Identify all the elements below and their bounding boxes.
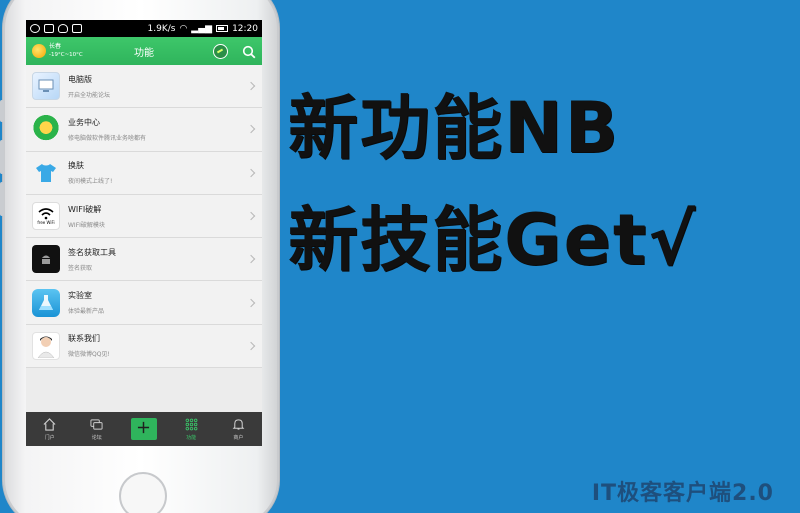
chevron-right-icon [246,81,256,91]
list-item-skin[interactable]: 换肤 夜间模式上线了! [26,151,262,195]
mute-switch [0,100,4,122]
contact-person-icon [32,331,60,360]
tab-merchant[interactable]: 商户 [223,418,253,441]
grid-icon [185,418,198,430]
list-item-title: 换肤 [68,161,84,171]
tab-label: 论坛 [91,434,102,441]
tab-forum[interactable]: 论坛 [82,418,112,441]
list-item-title: 业务中心 [68,117,100,127]
list-item-title: 联系我们 [68,334,100,344]
bell-icon [232,418,245,430]
list-item-subtitle: WIFI破解模块 [68,221,105,229]
notification-icons [30,24,82,33]
wechat-icon [30,24,40,33]
list-item-subtitle: 签名获取 [68,264,93,272]
message-icon [44,24,54,33]
tab-features[interactable]: 功能 [176,418,206,441]
promo-headline-2: 新技能Get√ [288,199,698,281]
weather-widget[interactable]: 长春 -19°C~10°C [49,43,83,59]
chevron-right-icon [246,125,256,134]
list-item-title: 电脑版 [68,74,92,84]
phone-frame: 1.9K/s ◠ ▂▄▆ 12:20 长春 -19°C~10°C 功能 电脑版 … [0,0,279,513]
list-item-title: WIFI破解 [68,204,102,214]
sunny-weather-icon[interactable] [32,44,46,58]
list-item-wifi-crack[interactable]: free WiFi WIFI破解 WIFI破解模块 [26,194,262,239]
chat-icon [90,418,103,430]
chevron-right-icon [246,255,256,264]
list-item-pc-version[interactable]: 电脑版 开启全功能论坛 [26,65,262,109]
weather-temperature: -19°C~10°C [49,52,83,58]
tab-label: 门户 [44,434,55,441]
chevron-right-icon [246,298,256,307]
brand-caption: IT极客客户端2.0 [591,481,774,506]
computer-icon [32,72,60,101]
flask-icon [32,288,60,317]
tab-label: 功能 [186,434,197,441]
list-item-subtitle: 开启全功能论坛 [68,91,111,99]
list-item-contact-us[interactable]: 联系我们 微信微博QQ见! [26,324,262,369]
tab-post[interactable] [129,418,159,440]
wifi-signal-icon: ◠ [179,23,188,34]
list-item-subtitle: 微信微博QQ见! [68,351,110,359]
chevron-right-icon [246,341,256,351]
list-item-business-center[interactable]: 业务中心 修电脑做软件腾讯业务啥都有 [26,108,262,152]
app-header: 长春 -19°C~10°C 功能 [26,37,262,65]
plus-icon [130,418,157,440]
list-item-subtitle: 修电脑做软件腾讯业务啥都有 [68,134,147,142]
volume-up-button [0,140,4,174]
wifi-icon-label: free WiFi [37,219,55,225]
tab-label: 商户 [233,434,244,441]
radar-icon[interactable] [213,43,228,59]
chevron-right-icon [246,211,256,221]
weather-city: 长春 [49,43,62,50]
bottom-tab-bar: 门户 论坛 功能 商户 [26,412,262,446]
chevron-right-icon [246,168,256,177]
list-item-signature-tool[interactable]: 签名获取工具 签名获取 [26,238,262,282]
promo-headline-1: 新功能NB [288,87,620,169]
home-icon [43,417,56,431]
list-item-title: 实验室 [68,291,92,301]
business-gift-icon [32,115,60,144]
search-icon[interactable] [242,44,256,59]
tab-portal[interactable]: 门户 [35,417,65,441]
phone-screen: 1.9K/s ◠ ▂▄▆ 12:20 长春 -19°C~10°C 功能 电脑版 … [26,20,262,446]
list-item-subtitle: 体验最新产品 [68,308,105,316]
android-icon [32,245,60,274]
image-icon [72,24,82,33]
network-speed: 1.9K/s [147,23,176,34]
cell-signal-icon: ▂▄▆ [191,23,213,34]
list-item-title: 签名获取工具 [68,247,116,257]
tshirt-icon [32,159,60,187]
battery-icon [216,25,229,32]
clock: 12:20 [232,23,258,34]
list-item-subtitle: 夜间模式上线了! [68,178,113,186]
feature-list: 电脑版 开启全功能论坛 业务中心 修电脑做软件腾讯业务啥都有 换肤 夜间模式上线… [26,65,262,369]
home-button[interactable] [119,472,167,513]
wifi-icon: free WiFi [32,202,60,231]
status-bar: 1.9K/s ◠ ▂▄▆ 12:20 [26,20,262,37]
volume-down-button [0,182,4,216]
qq-icon [58,24,68,33]
list-item-lab[interactable]: 实验室 体验最新产品 [26,281,262,325]
